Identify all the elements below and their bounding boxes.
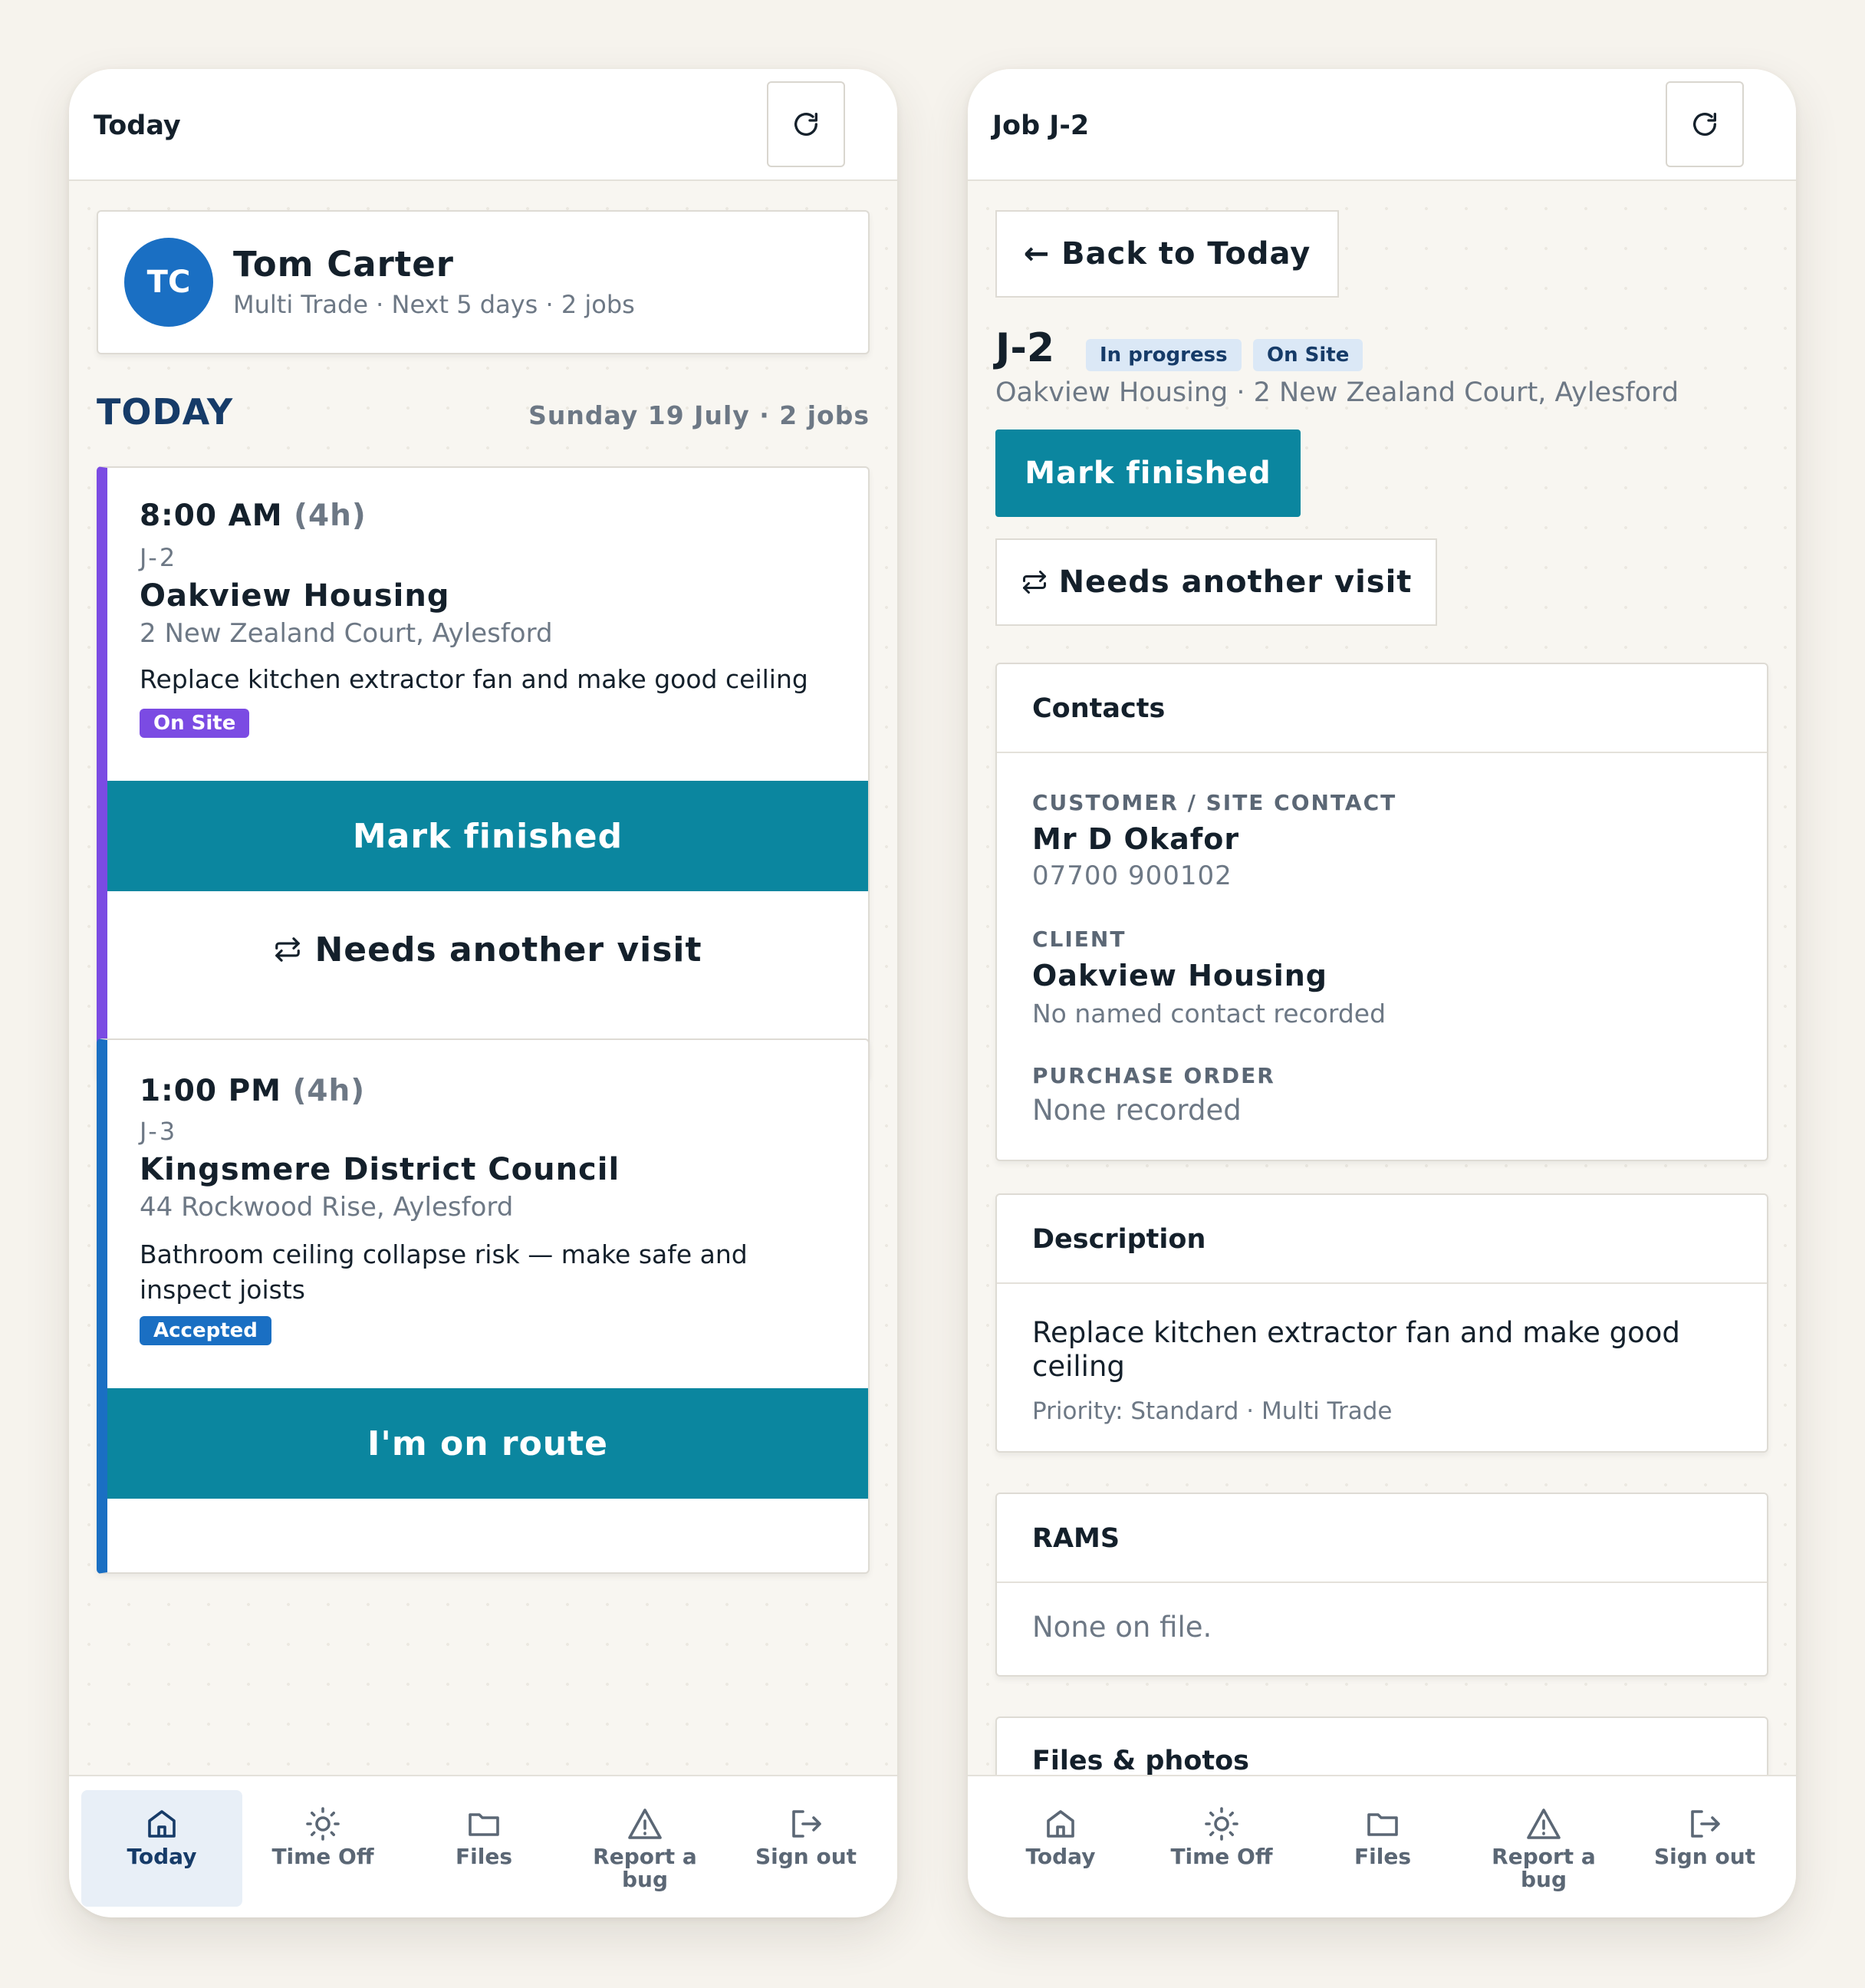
rams-value: None on file. <box>1032 1611 1212 1644</box>
stage-badge: On Site <box>1253 339 1363 371</box>
sun-icon <box>1205 1807 1238 1841</box>
repeat-icon <box>275 937 301 962</box>
po-value: None recorded <box>1032 1094 1242 1127</box>
sun-icon <box>306 1807 340 1841</box>
job-card-j3[interactable]: 1:00 PM (4h) J-3 Kingsmere District Coun… <box>97 1038 870 1574</box>
client-name: Oakview Housing <box>1032 959 1327 992</box>
profile-card: TC Tom Carter Multi Trade · Next 5 days … <box>97 210 870 354</box>
job-address: 44 Rockwood Rise, Aylesford <box>140 1192 514 1223</box>
nav-files[interactable]: Files <box>403 1790 564 1907</box>
job-address: 2 New Zealand Court, Aylesford <box>140 618 553 649</box>
description-meta: Priority: Standard · Multi Trade <box>1032 1397 1393 1425</box>
status-badge: In progress <box>1086 339 1242 371</box>
top-bar: Job J-2 <box>968 69 1796 181</box>
mark-finished-button[interactable]: Mark finished <box>107 781 868 891</box>
job-ref: J-2 <box>140 543 178 572</box>
job-ref-heading: J-2 <box>995 325 1055 371</box>
refresh-button[interactable] <box>767 81 845 167</box>
description-line1: Replace kitchen extractor fan and make g… <box>1032 1316 1680 1349</box>
bottom-nav: Today Time Off Files Report a bug Sign o… <box>69 1775 897 1917</box>
worker-name: Tom Carter <box>233 244 454 285</box>
job-card-j2[interactable]: 8:00 AM (4h) J-2 Oakview Housing 2 New Z… <box>97 466 870 1078</box>
job-description: Replace kitchen extractor fan and make g… <box>140 664 808 694</box>
client-note: No named contact recorded <box>1032 999 1386 1029</box>
nav-today[interactable]: Today <box>81 1790 242 1907</box>
job-client: Kingsmere District Council <box>140 1152 620 1187</box>
refresh-icon <box>794 113 817 136</box>
sign-out-icon <box>1691 1810 1720 1838</box>
top-bar: Today <box>69 69 897 181</box>
needs-another-visit-button[interactable]: Needs another visit <box>995 538 1437 626</box>
job-time: 8:00 AM (4h) <box>140 499 367 533</box>
warning-icon <box>1527 1809 1561 1839</box>
rams-heading: RAMS <box>997 1494 1767 1583</box>
page-title: Today <box>94 110 181 141</box>
description-card: Description Replace kitchen extractor fa… <box>995 1193 1768 1453</box>
mark-finished-button[interactable]: Mark finished <box>995 430 1301 517</box>
job-subtitle: Oakview Housing · 2 New Zealand Court, A… <box>995 377 1679 408</box>
warning-icon <box>628 1809 662 1839</box>
contacts-card: Contacts CUSTOMER / SITE CONTACT Mr D Ok… <box>995 663 1768 1161</box>
job-duration: (4h) <box>294 499 367 533</box>
description-heading: Description <box>997 1195 1767 1284</box>
refresh-icon <box>1693 113 1716 136</box>
nav-files[interactable]: Files <box>1302 1790 1463 1907</box>
job-description-line1: Bathroom ceiling collapse risk — make sa… <box>140 1239 748 1269</box>
description-line2: ceiling <box>1032 1350 1125 1383</box>
bottom-nav: Today Time Off Files Report a bug Sign o… <box>968 1775 1796 1917</box>
nav-time-off[interactable]: Time Off <box>242 1790 403 1907</box>
po-label: PURCHASE ORDER <box>1032 1063 1275 1088</box>
status-badge: Accepted <box>140 1316 271 1345</box>
home-icon <box>148 1810 176 1838</box>
nav-today[interactable]: Today <box>980 1790 1141 1907</box>
folder-icon <box>1367 1813 1398 1836</box>
client-label: CLIENT <box>1032 927 1127 952</box>
job-duration: (4h) <box>292 1074 366 1108</box>
needs-another-visit-button[interactable]: Needs another visit <box>107 896 868 1003</box>
nav-report-bug[interactable]: Report a bug <box>564 1790 725 1907</box>
section-date: Sunday 19 July · 2 jobs <box>528 400 870 430</box>
customer-name: Mr D Okafor <box>1032 822 1240 856</box>
sign-out-icon <box>792 1810 821 1838</box>
today-screen: Today TC Tom Carter Multi Trade · Next 5… <box>69 69 897 1917</box>
nav-report-bug[interactable]: Report a bug <box>1463 1790 1624 1907</box>
contacts-heading: Contacts <box>997 664 1767 753</box>
refresh-button[interactable] <box>1666 81 1744 167</box>
repeat-icon <box>1022 571 1046 594</box>
customer-label: CUSTOMER / SITE CONTACT <box>1032 790 1397 815</box>
customer-phone[interactable]: 07700 900102 <box>1032 861 1232 891</box>
avatar: TC <box>124 238 213 327</box>
nav-time-off[interactable]: Time Off <box>1141 1790 1302 1907</box>
job-client: Oakview Housing <box>140 578 450 614</box>
avatar-initials: TC <box>146 265 191 300</box>
status-badge: On Site <box>140 709 250 738</box>
job-detail-screen: Job J-2 ← Back to Today J-2 In progress … <box>968 69 1796 1917</box>
nav-sign-out[interactable]: Sign out <box>725 1790 886 1907</box>
back-to-today-button[interactable]: ← Back to Today <box>995 210 1339 298</box>
job-time: 1:00 PM (4h) <box>140 1074 366 1108</box>
nav-sign-out[interactable]: Sign out <box>1624 1790 1785 1907</box>
folder-icon <box>469 1813 499 1836</box>
files-heading: Files & photos <box>1032 1746 1249 1776</box>
worker-subtitle: Multi Trade · Next 5 days · 2 jobs <box>233 290 635 319</box>
section-heading: TODAY <box>97 391 234 433</box>
job-ref: J-3 <box>140 1117 178 1146</box>
home-icon <box>1047 1810 1074 1838</box>
on-route-button[interactable]: I'm on route <box>107 1388 868 1499</box>
job-description-line2: inspect joists <box>140 1275 305 1305</box>
rams-card: RAMS None on file. <box>995 1493 1768 1677</box>
page-title: Job J-2 <box>992 110 1090 141</box>
